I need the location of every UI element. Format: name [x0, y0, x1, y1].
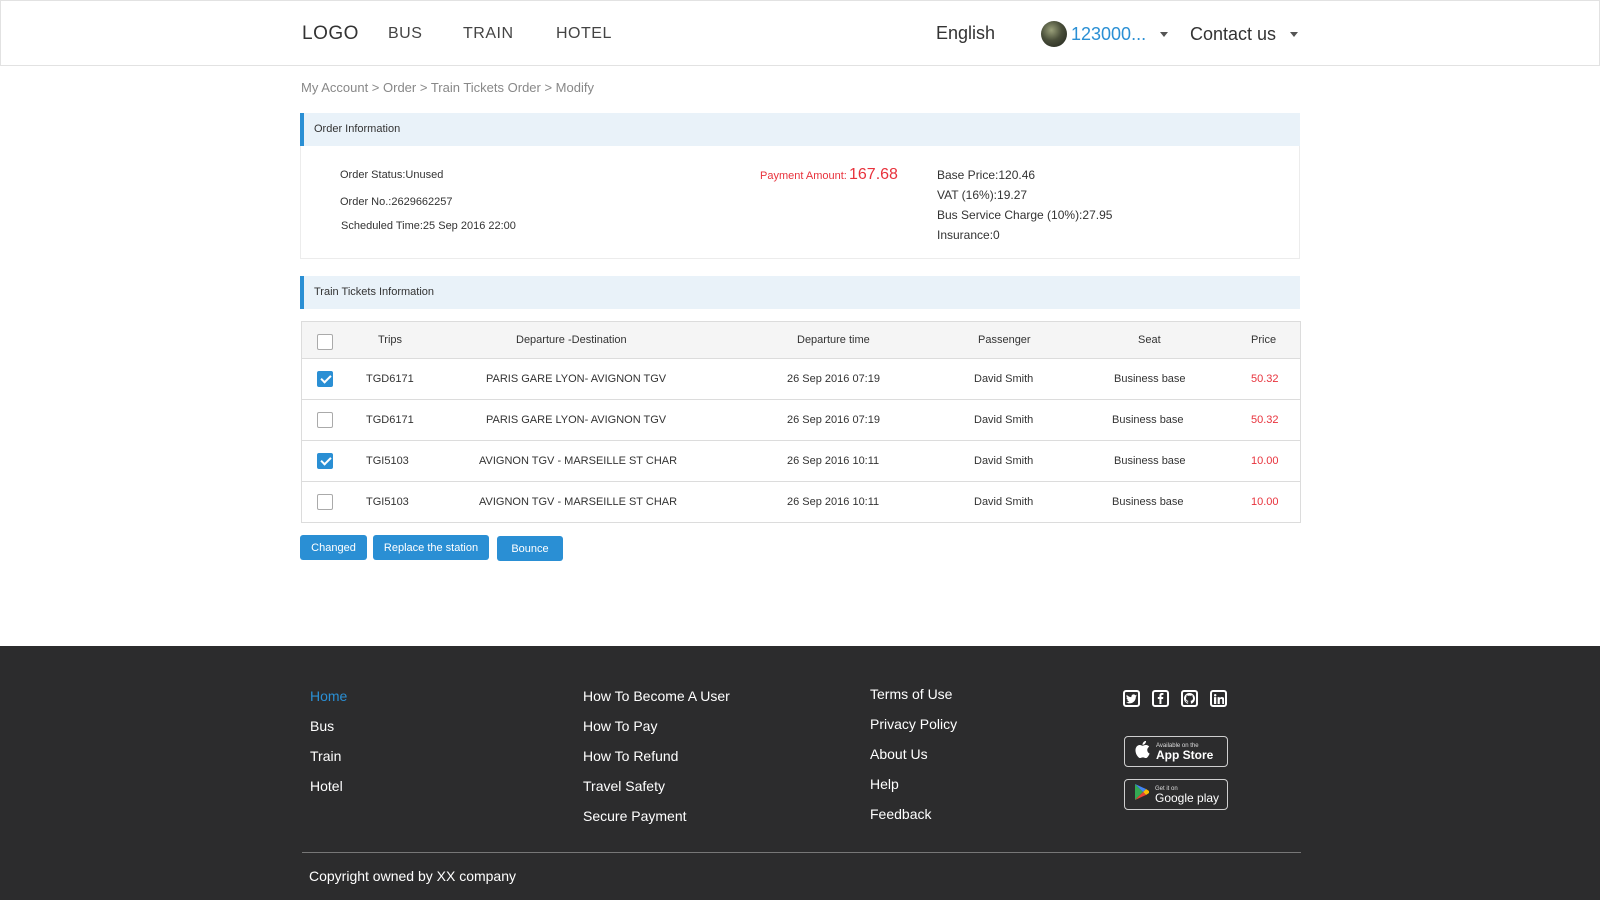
- table-row[interactable]: TGD6171 PARIS GARE LYON- AVIGNON TGV 26 …: [302, 399, 1300, 440]
- nav-hotel[interactable]: HOTEL: [556, 25, 612, 43]
- col-price: Price: [1251, 334, 1277, 346]
- bounce-button[interactable]: Bounce: [497, 536, 563, 561]
- footer-link-bus[interactable]: Bus: [310, 718, 334, 734]
- departure-time: 26 Sep 2016 10:11: [787, 496, 880, 508]
- google-play-icon: [1135, 784, 1149, 805]
- col-route: Departure -Destination: [516, 334, 627, 346]
- route: PARIS GARE LYON- AVIGNON TGV: [486, 414, 667, 426]
- facebook-icon[interactable]: [1152, 690, 1169, 707]
- table-header: Trips Departure -Destination Departure t…: [302, 322, 1300, 358]
- footer-link-feedback[interactable]: Feedback: [870, 806, 931, 822]
- nav-bus[interactable]: BUS: [388, 25, 422, 43]
- user-name: 123000...: [1071, 23, 1147, 44]
- footer-link-about[interactable]: About Us: [870, 746, 928, 762]
- footer-link-how-to-pay[interactable]: How To Pay: [583, 718, 657, 734]
- payment-amount: 167.68: [849, 166, 898, 183]
- passenger: David Smith: [974, 414, 1034, 426]
- row-checkbox[interactable]: [317, 494, 333, 510]
- route: PARIS GARE LYON- AVIGNON TGV: [486, 373, 667, 385]
- table-row[interactable]: TGD6171 PARIS GARE LYON- AVIGNON TGV 26 …: [302, 358, 1300, 399]
- trip-number: TGD6171: [366, 414, 414, 426]
- price: 50.32: [1251, 414, 1279, 426]
- twitter-icon[interactable]: [1123, 690, 1140, 707]
- order-number: Order No.:2629662257: [340, 196, 453, 208]
- copyright: Copyright owned by XX company: [309, 868, 516, 884]
- price: 10.00: [1251, 496, 1279, 508]
- passenger: David Smith: [974, 496, 1034, 508]
- user-menu[interactable]: 123000...: [1041, 21, 1169, 47]
- col-seat: Seat: [1138, 334, 1161, 346]
- apple-icon: [1135, 740, 1150, 763]
- app-store-label: App Store: [1156, 747, 1214, 762]
- trip-number: TGI5103: [366, 496, 409, 508]
- google-play-label: Google play: [1155, 790, 1220, 805]
- footer-link-travel-safety[interactable]: Travel Safety: [583, 778, 665, 794]
- table-row[interactable]: TGI5103 AVIGNON TGV - MARSEILLE ST CHAR …: [302, 440, 1300, 481]
- logo[interactable]: LOGO: [302, 23, 359, 45]
- insurance: Insurance:0: [937, 228, 1000, 242]
- select-all-checkbox[interactable]: [317, 334, 333, 350]
- footer: [0, 646, 1600, 900]
- col-trips: Trips: [378, 334, 403, 346]
- passenger: David Smith: [974, 373, 1034, 385]
- route: AVIGNON TGV - MARSEILLE ST CHAR: [479, 455, 678, 467]
- contact-label: Contact us: [1190, 24, 1277, 44]
- top-header: LOGO BUS TRAIN HOTEL English 123000... C…: [0, 0, 1600, 66]
- footer-link-help[interactable]: Help: [870, 776, 899, 792]
- col-passenger: Passenger: [978, 334, 1031, 346]
- footer-link-become-user[interactable]: How To Become A User: [583, 688, 730, 704]
- replace-station-button[interactable]: Replace the station: [373, 535, 489, 560]
- order-info-header: Order Information: [300, 113, 1300, 146]
- github-icon[interactable]: [1181, 690, 1198, 707]
- footer-link-how-to-refund[interactable]: How To Refund: [583, 748, 678, 764]
- footer-divider: [302, 852, 1301, 853]
- breadcrumb[interactable]: My Account > Order > Train Tickets Order…: [301, 80, 594, 95]
- seat: Business base: [1114, 455, 1186, 467]
- route: AVIGNON TGV - MARSEILLE ST CHAR: [479, 496, 678, 508]
- price: 10.00: [1251, 455, 1279, 467]
- col-departure-time: Departure time: [797, 334, 870, 346]
- departure-time: 26 Sep 2016 10:11: [787, 455, 880, 467]
- trip-number: TGD6171: [366, 373, 414, 385]
- departure-time: 26 Sep 2016 07:19: [787, 373, 880, 385]
- app-store-button[interactable]: Available on the App Store: [1124, 736, 1228, 767]
- vat: VAT (16%):19.27: [937, 188, 1028, 202]
- footer-link-secure-payment[interactable]: Secure Payment: [583, 808, 687, 824]
- table-row[interactable]: TGI5103 AVIGNON TGV - MARSEILLE ST CHAR …: [302, 481, 1300, 522]
- avatar: [1041, 21, 1067, 47]
- payment-label: Payment Amount:: [760, 170, 847, 182]
- tickets-table: Trips Departure -Destination Departure t…: [301, 321, 1301, 523]
- contact-menu[interactable]: Contact us: [1190, 24, 1299, 45]
- price: 50.32: [1251, 373, 1279, 385]
- row-checkbox[interactable]: [317, 453, 333, 469]
- language-selector[interactable]: English: [936, 23, 995, 44]
- passenger: David Smith: [974, 455, 1034, 467]
- footer-link-home[interactable]: Home: [310, 688, 347, 704]
- google-play-button[interactable]: Get it on Google play: [1124, 779, 1228, 810]
- row-checkbox[interactable]: [317, 371, 333, 387]
- seat: Business base: [1112, 496, 1184, 508]
- trip-number: TGI5103: [366, 455, 409, 467]
- chevron-down-icon: [1290, 32, 1299, 37]
- chevron-down-icon: [1160, 31, 1169, 37]
- footer-link-train[interactable]: Train: [310, 748, 341, 764]
- section-title: Train Tickets Information: [314, 286, 435, 298]
- linkedin-icon[interactable]: [1210, 690, 1227, 707]
- footer-link-terms[interactable]: Terms of Use: [870, 686, 952, 702]
- departure-time: 26 Sep 2016 07:19: [787, 414, 880, 426]
- nav-train[interactable]: TRAIN: [463, 25, 514, 43]
- changed-button[interactable]: Changed: [300, 535, 367, 560]
- tickets-info-header: Train Tickets Information: [300, 276, 1300, 309]
- scheduled-time: Scheduled Time:25 Sep 2016 22:00: [341, 220, 516, 232]
- section-title: Order Information: [314, 123, 401, 135]
- footer-link-hotel[interactable]: Hotel: [310, 778, 343, 794]
- row-checkbox[interactable]: [317, 412, 333, 428]
- seat: Business base: [1114, 373, 1186, 385]
- base-price: Base Price:120.46: [937, 168, 1036, 182]
- order-status: Order Status:Unused: [340, 169, 444, 181]
- footer-link-privacy[interactable]: Privacy Policy: [870, 716, 957, 732]
- service-charge: Bus Service Charge (10%):27.95: [937, 208, 1113, 222]
- seat: Business base: [1112, 414, 1184, 426]
